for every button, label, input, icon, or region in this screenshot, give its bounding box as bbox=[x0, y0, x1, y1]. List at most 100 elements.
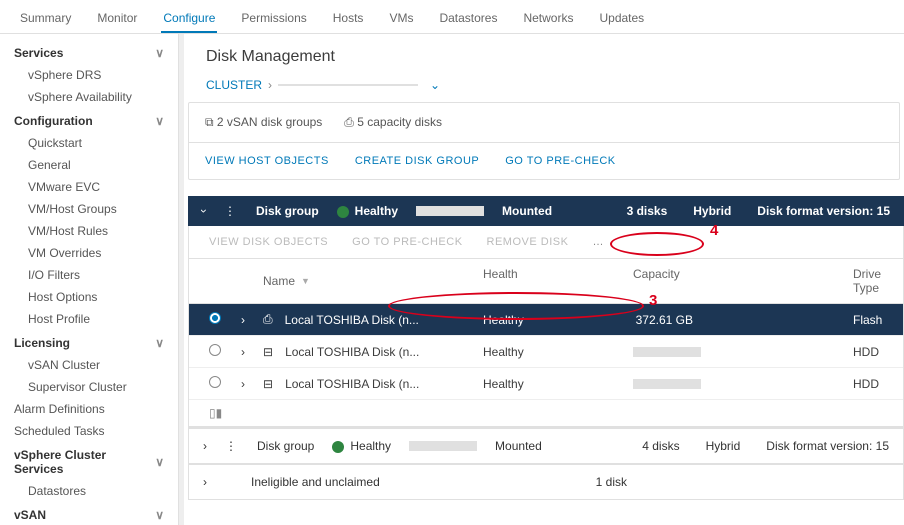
table-row[interactable]: › ⊟Local TOSHIBA Disk (n... Healthy HDD bbox=[189, 336, 903, 368]
sidebar-section-services[interactable]: Services∨ bbox=[0, 40, 178, 64]
hdd-drive-icon: ⊟ bbox=[263, 345, 273, 359]
expand-icon[interactable]: › bbox=[241, 313, 263, 327]
table-footer: ▯▮ bbox=[189, 400, 903, 427]
disk-type: Flash bbox=[853, 313, 883, 327]
group-title: Disk group bbox=[257, 439, 314, 453]
tab-permissions[interactable]: Permissions bbox=[239, 5, 308, 33]
expand-icon[interactable]: › bbox=[241, 377, 263, 391]
col-capacity-label[interactable]: Capacity bbox=[633, 267, 853, 295]
chevron-down-icon: ∨ bbox=[155, 508, 164, 522]
row-radio[interactable] bbox=[209, 376, 221, 388]
sidebar: Services∨ vSphere DRS vSphere Availabili… bbox=[0, 34, 179, 525]
sidebar-item-host-profile[interactable]: Host Profile bbox=[0, 308, 178, 330]
sidebar-item-vm-host-groups[interactable]: VM/Host Groups bbox=[0, 198, 178, 220]
table-row[interactable]: › ⊟Local TOSHIBA Disk (n... Healthy HDD bbox=[189, 368, 903, 400]
tab-configure[interactable]: Configure bbox=[161, 5, 217, 33]
disk-name: Local TOSHIBA Disk (n... bbox=[285, 377, 419, 391]
group-mount: Mounted bbox=[502, 204, 552, 218]
page-title: Disk Management bbox=[188, 42, 904, 78]
chevron-right-icon[interactable]: › bbox=[203, 439, 207, 453]
sidebar-item-vm-host-rules[interactable]: VM/Host Rules bbox=[0, 220, 178, 242]
sidebar-item-vsphere-availability[interactable]: vSphere Availability bbox=[0, 86, 178, 108]
group-type: Hybrid bbox=[693, 204, 731, 218]
disk-name: Local TOSHIBA Disk (n... bbox=[285, 313, 419, 327]
table-row[interactable]: › ⎙ Local TOSHIBA Disk (n... Healthy 372.… bbox=[189, 304, 903, 336]
ineligible-title: Ineligible and unclaimed bbox=[251, 475, 380, 489]
disk-group-2-header[interactable]: › ⋮ Disk group Healthy Mounted 4 disks H… bbox=[188, 428, 904, 464]
go-to-precheck-button[interactable]: GO TO PRE-CHECK bbox=[505, 155, 615, 167]
sidebar-item-scheduled-tasks[interactable]: Scheduled Tasks bbox=[0, 420, 178, 442]
chevron-down-icon: ∨ bbox=[155, 114, 164, 128]
sidebar-item-datastores[interactable]: Datastores bbox=[0, 480, 178, 502]
col-name-label[interactable]: Name bbox=[263, 274, 295, 288]
capacity-bar bbox=[409, 441, 477, 451]
tab-networks[interactable]: Networks bbox=[521, 5, 575, 33]
sidebar-section-licensing[interactable]: Licensing∨ bbox=[0, 330, 178, 354]
health-ok-icon bbox=[332, 441, 344, 453]
chevron-down-icon[interactable]: › bbox=[197, 209, 211, 213]
sidebar-item-quickstart[interactable]: Quickstart bbox=[0, 132, 178, 154]
view-host-objects-button[interactable]: VIEW HOST OBJECTS bbox=[205, 155, 329, 167]
group-disks: 3 disks bbox=[627, 204, 668, 218]
flash-drive-icon: ⎙ bbox=[263, 312, 273, 327]
health-ok-icon bbox=[337, 206, 349, 218]
sidebar-item-alarm-definitions[interactable]: Alarm Definitions bbox=[0, 398, 178, 420]
tab-updates[interactable]: Updates bbox=[597, 5, 646, 33]
sidebar-item-supervisor-cluster[interactable]: Supervisor Cluster bbox=[0, 376, 178, 398]
breadcrumb[interactable]: CLUSTER › ⌄ bbox=[188, 78, 904, 102]
disk-type: HDD bbox=[853, 377, 883, 391]
sidebar-item-io-filters[interactable]: I/O Filters bbox=[0, 264, 178, 286]
ineligible-row[interactable]: › Ineligible and unclaimed 1 disk bbox=[188, 464, 904, 500]
group-disks: 4 disks bbox=[642, 439, 679, 453]
chevron-right-icon[interactable]: › bbox=[203, 475, 207, 489]
sidebar-item-vsan-cluster[interactable]: vSAN Cluster bbox=[0, 354, 178, 376]
filter-icon[interactable]: ▼ bbox=[301, 276, 310, 286]
go-to-precheck-button: GO TO PRE-CHECK bbox=[352, 236, 462, 248]
group-title: Disk group bbox=[256, 204, 319, 218]
sidebar-item-host-options[interactable]: Host Options bbox=[0, 286, 178, 308]
tab-summary[interactable]: Summary bbox=[18, 5, 73, 33]
sidebar-section-vsan[interactable]: vSAN∨ bbox=[0, 502, 178, 525]
capacity-bar bbox=[416, 206, 484, 216]
tab-monitor[interactable]: Monitor bbox=[95, 5, 139, 33]
create-disk-group-button[interactable]: CREATE DISK GROUP bbox=[355, 155, 479, 167]
breadcrumb-redacted bbox=[278, 84, 418, 86]
disk-capacity: 372.61 GB bbox=[633, 313, 693, 327]
group-health: Healthy bbox=[355, 204, 398, 218]
sidebar-item-general[interactable]: General bbox=[0, 154, 178, 176]
group-health: Healthy bbox=[350, 439, 391, 453]
chevron-down-icon: ∨ bbox=[155, 455, 164, 469]
disk-group-body: VIEW DISK OBJECTS GO TO PRE-CHECK REMOVE… bbox=[188, 226, 904, 428]
breadcrumb-label: CLUSTER bbox=[206, 78, 262, 92]
disk-type: HDD bbox=[853, 345, 883, 359]
disk-health: Healthy bbox=[483, 313, 633, 327]
tab-datastores[interactable]: Datastores bbox=[437, 5, 499, 33]
chevron-down-icon[interactable]: ⌄ bbox=[430, 78, 440, 92]
remove-disk-button: REMOVE DISK bbox=[487, 236, 569, 248]
disk-name: Local TOSHIBA Disk (n... bbox=[285, 345, 419, 359]
chevron-down-icon: ∨ bbox=[155, 46, 164, 60]
sidebar-item-vm-overrides[interactable]: VM Overrides bbox=[0, 242, 178, 264]
capacity-bar bbox=[633, 347, 701, 357]
expand-icon[interactable]: › bbox=[241, 345, 263, 359]
top-tabs: Summary Monitor Configure Permissions Ho… bbox=[0, 0, 904, 34]
sidebar-item-vsphere-drs[interactable]: vSphere DRS bbox=[0, 64, 178, 86]
more-actions-icon[interactable]: … bbox=[592, 236, 605, 248]
ineligible-disks: 1 disk bbox=[596, 475, 627, 489]
group-format: Disk format version: 15 bbox=[766, 439, 889, 453]
group-mount: Mounted bbox=[495, 439, 542, 453]
chevron-right-icon: › bbox=[268, 78, 272, 92]
disk-group-header[interactable]: › ⋮ Disk group Healthy Mounted 3 disks H… bbox=[188, 196, 904, 226]
row-radio[interactable] bbox=[209, 312, 221, 324]
tab-hosts[interactable]: Hosts bbox=[331, 5, 366, 33]
sidebar-section-configuration[interactable]: Configuration∨ bbox=[0, 108, 178, 132]
tab-vms[interactable]: VMs bbox=[387, 5, 415, 33]
col-drive-type-label[interactable]: Drive Type bbox=[853, 267, 883, 295]
sidebar-section-vcs[interactable]: vSphere Cluster Services∨ bbox=[0, 442, 178, 480]
disk-groups-icon: ⧉ bbox=[205, 115, 217, 129]
col-health-label[interactable]: Health bbox=[483, 267, 633, 295]
row-radio[interactable] bbox=[209, 344, 221, 356]
kebab-menu-icon[interactable]: ⋮ bbox=[224, 204, 238, 218]
sidebar-item-vmware-evc[interactable]: VMware EVC bbox=[0, 176, 178, 198]
kebab-menu-icon[interactable]: ⋮ bbox=[225, 439, 239, 453]
